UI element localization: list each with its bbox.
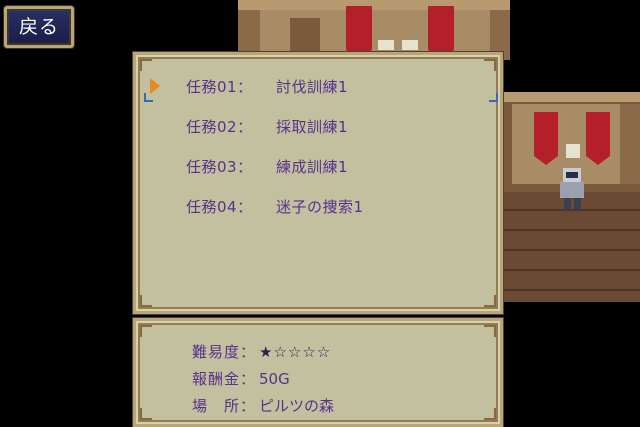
- window-ornament: [484, 59, 496, 71]
- window-ornament: [140, 59, 152, 71]
- reward-row: 報酬金： 50G: [192, 368, 290, 389]
- window-ornament: [484, 408, 496, 420]
- back-button[interactable]: 戻る: [4, 6, 74, 48]
- quest-list-window: 任務01： 討伐訓練1 任務02： 採取訓練1 任務03： 練成訓練1 任務04： 迷子…: [133, 52, 503, 314]
- window-ornament: [484, 325, 496, 337]
- window-ornament: [484, 295, 496, 307]
- quest-detail-window: 難易度： ★☆☆☆☆ 報酬金： 50G 場 所： ピルツの森: [133, 318, 503, 427]
- back-button-label: 戻る: [18, 16, 59, 38]
- window-ornament: [140, 408, 152, 420]
- window-ornament: [140, 295, 152, 307]
- location-label: 場 所：: [192, 397, 257, 415]
- selection-bracket: [489, 93, 498, 102]
- reward-value: 50G: [259, 370, 290, 388]
- window-ornament: [140, 325, 152, 337]
- difficulty-row: 難易度： ★☆☆☆☆: [192, 341, 331, 362]
- quest-item-2[interactable]: 任務02： 採取訓練1: [186, 116, 348, 137]
- selection-bracket: [144, 93, 153, 102]
- quest-item-4[interactable]: 任務04： 迷子の捜索1: [186, 196, 364, 217]
- location-value: ピルツの森: [259, 397, 335, 415]
- difficulty-label: 難易度：: [192, 343, 257, 361]
- quest-item-3[interactable]: 任務03： 練成訓練1: [186, 156, 348, 177]
- selection-cursor-icon: [150, 78, 160, 94]
- location-row: 場 所： ピルツの森: [192, 395, 334, 416]
- reward-label: 報酬金：: [192, 370, 257, 388]
- difficulty-stars: ★☆☆☆☆: [259, 343, 332, 361]
- quest-item-1[interactable]: 任務01： 討伐訓練1: [186, 76, 348, 97]
